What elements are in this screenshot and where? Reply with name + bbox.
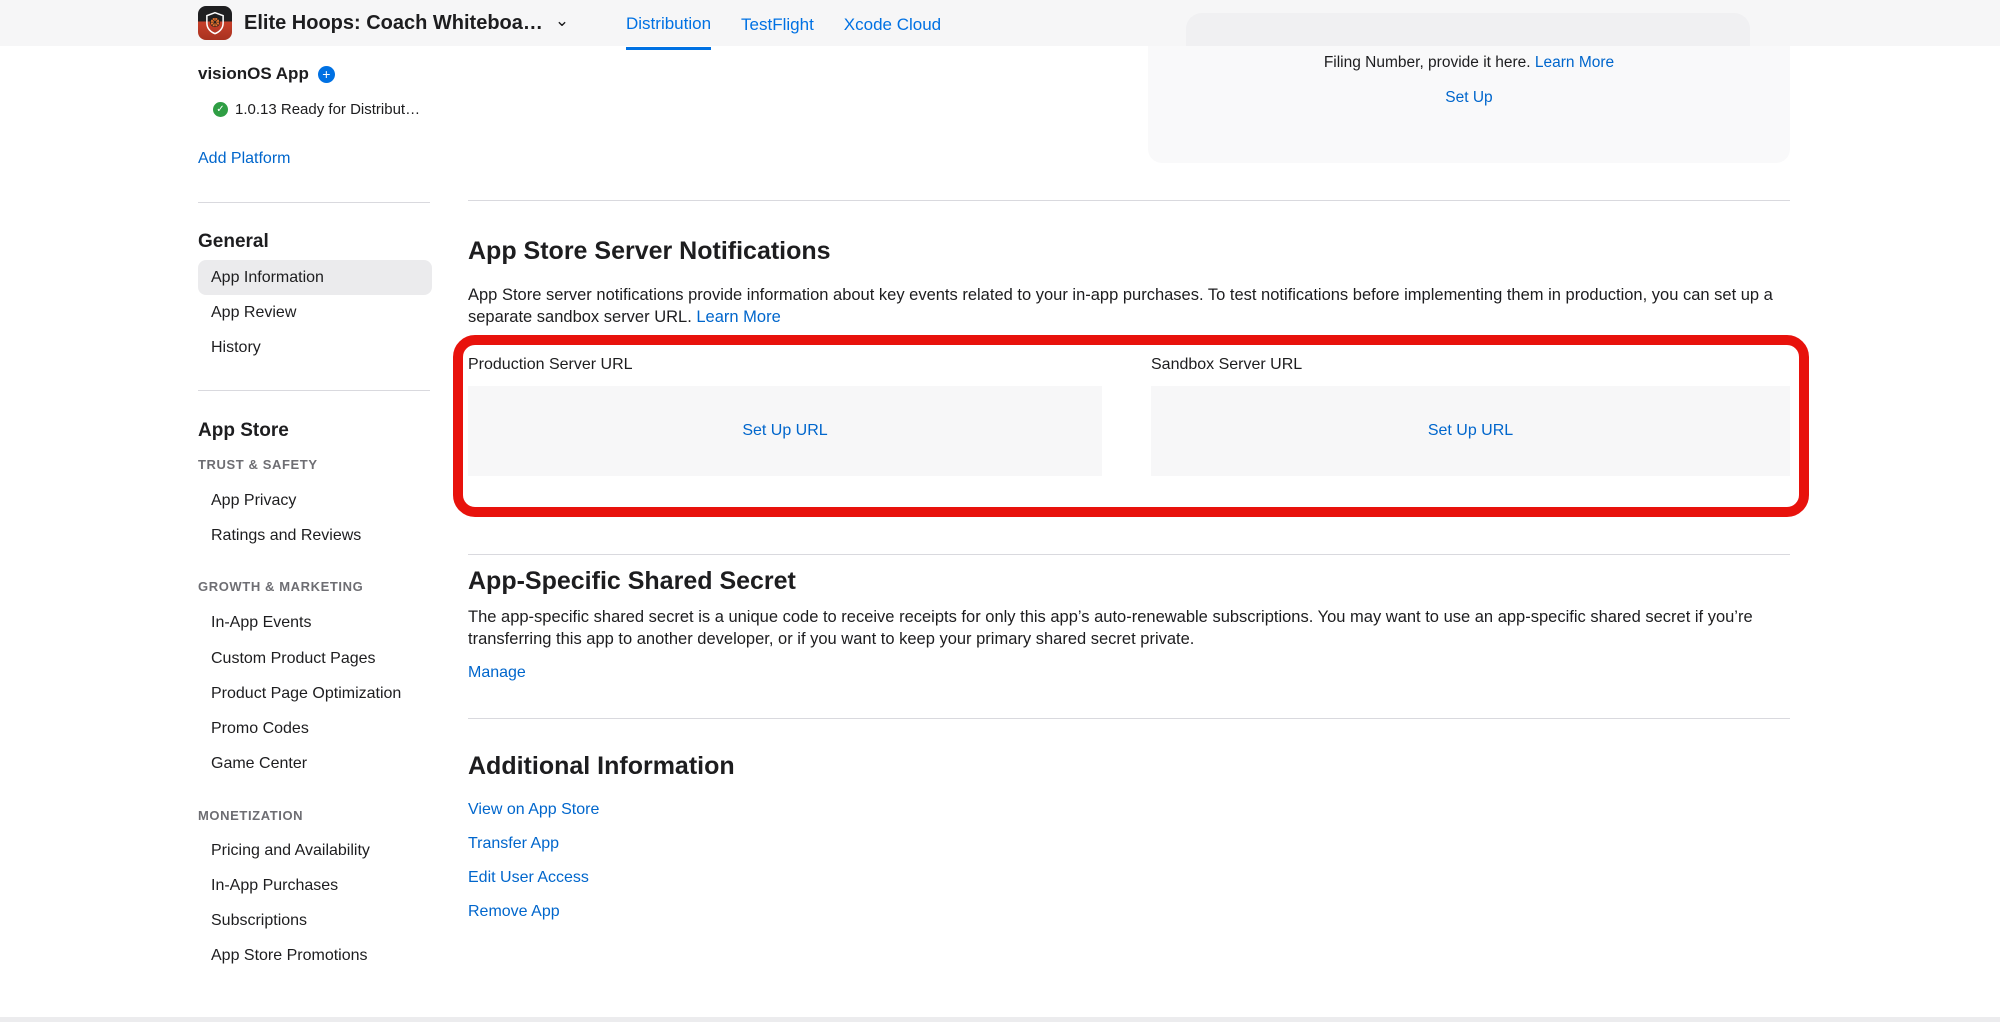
header-tabs: Distribution TestFlight Xcode Cloud [626,0,941,50]
filing-learn-more-link[interactable]: Learn More [1535,54,1614,71]
section-divider [468,200,1790,201]
edit-user-access-link[interactable]: Edit User Access [468,868,589,888]
sidebar-item-app-review[interactable]: App Review [211,303,432,323]
version-status-text: 1.0.13 Ready for Distribut… [235,101,420,118]
add-platform-plus-icon[interactable]: + [318,66,335,83]
production-set-up-url-link[interactable]: Set Up URL [742,422,827,440]
production-server-url-label: Production Server URL [468,356,633,374]
sidebar-item-pricing-availability[interactable]: Pricing and Availability [211,841,432,861]
agreements-card: Filing Number, provide it here. Learn Mo… [1148,46,1790,163]
app-icon [198,6,232,40]
growth-marketing-label: GROWTH & MARKETING [198,579,363,594]
annotation-highlight-box: Production Server URL Set Up URL Sandbox… [453,335,1809,517]
section-divider [468,554,1790,555]
shared-secret-description: The app-specific shared secret is a uniq… [468,606,1798,650]
chevron-down-icon[interactable]: ⌄ [555,12,569,29]
sidebar-item-custom-product-pages[interactable]: Custom Product Pages [211,649,432,669]
add-platform-link[interactable]: Add Platform [198,150,290,168]
section-divider [468,718,1790,719]
tab-distribution[interactable]: Distribution [626,0,711,50]
filing-set-up-link[interactable]: Set Up [1445,89,1492,106]
sidebar-divider [198,390,430,391]
platform-section-title: visionOS App + [198,64,432,84]
view-on-app-store-link[interactable]: View on App Store [468,800,599,820]
sidebar-item-history[interactable]: History [211,338,432,358]
manage-link[interactable]: Manage [468,663,526,683]
sidebar-item-in-app-events[interactable]: In-App Events [211,613,432,633]
additional-information-title: Additional Information [468,752,735,781]
sidebar-item-in-app-purchases[interactable]: In-App Purchases [211,876,432,896]
notifications-learn-more-link[interactable]: Learn More [696,308,780,326]
header-card-ghost [1186,13,1750,46]
sidebar-item-app-store-promotions[interactable]: App Store Promotions [211,946,432,966]
footer-strip [0,1017,2000,1022]
server-notifications-description: App Store server notifications provide i… [468,284,1798,328]
production-server-url-panel: Set Up URL [468,386,1102,476]
sidebar-divider [198,202,430,203]
sidebar-item-game-center[interactable]: Game Center [211,754,432,774]
ready-check-icon: ✓ [213,102,228,117]
sidebar-item-subscriptions[interactable]: Subscriptions [211,911,432,931]
sidebar-item-ratings-reviews[interactable]: Ratings and Reviews [211,526,432,546]
version-status-row[interactable]: ✓ 1.0.13 Ready for Distribut… [213,101,447,118]
sidebar-item-promo-codes[interactable]: Promo Codes [211,719,432,739]
sidebar-item-product-page-optimization[interactable]: Product Page Optimization [211,684,432,704]
sandbox-set-up-url-link[interactable]: Set Up URL [1428,422,1513,440]
monetization-label: MONETIZATION [198,808,303,823]
remove-app-link[interactable]: Remove App [468,902,560,922]
app-title[interactable]: Elite Hoops: Coach Whiteboa… [244,12,543,35]
sandbox-server-url-panel: Set Up URL [1151,386,1790,476]
trust-safety-label: TRUST & SAFETY [198,457,318,472]
sidebar-item-app-privacy[interactable]: App Privacy [211,491,432,511]
tab-testflight[interactable]: TestFlight [741,0,814,50]
sandbox-server-url-label: Sandbox Server URL [1151,356,1302,374]
transfer-app-link[interactable]: Transfer App [468,834,559,854]
app-store-group-title: App Store [198,420,289,442]
server-notifications-title: App Store Server Notifications [468,237,831,266]
filing-number-text: Filing Number, provide it here. [1324,54,1531,71]
sidebar-item-app-information[interactable]: App Information [198,260,432,295]
tab-xcode-cloud[interactable]: Xcode Cloud [844,0,941,50]
shared-secret-title: App-Specific Shared Secret [468,567,796,596]
general-group-title: General [198,231,269,253]
